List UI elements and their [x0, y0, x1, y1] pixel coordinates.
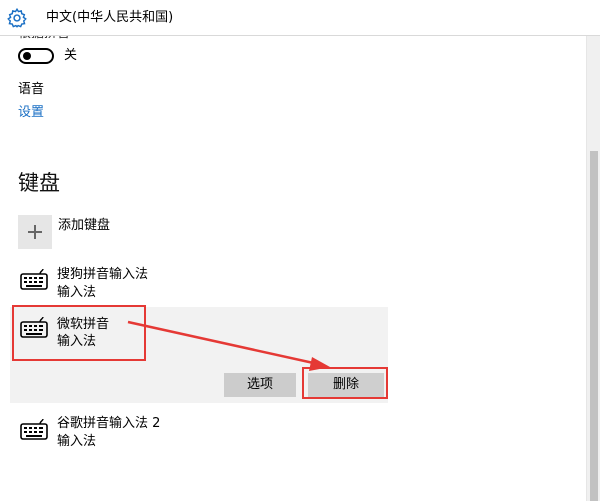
gear-icon[interactable]: [6, 7, 28, 29]
vertical-scrollbar[interactable]: [586, 36, 600, 501]
keyboard-type: 输入法: [57, 285, 97, 300]
toggle-switch[interactable]: [18, 48, 54, 64]
speech-settings-link[interactable]: 设置: [18, 105, 44, 121]
keyboard-icon: [20, 419, 48, 440]
keyboard-item-sogou[interactable]: 搜狗拼音输入法 输入法: [0, 262, 388, 302]
keyboard-item-google-pinyin[interactable]: 谷歌拼音输入法 2 输入法: [0, 412, 388, 452]
keyboard-name: 谷歌拼音输入法 2: [57, 416, 161, 431]
toggle-knob: [23, 52, 31, 60]
add-keyboard-label[interactable]: 添加键盘: [58, 218, 110, 234]
settings-window: 中文(中华人民共和国) 根据拼音 关 语音 设置 键盘 添加键盘 搜狗拼音输入法…: [0, 0, 600, 501]
window-title: 中文(中华人民共和国): [46, 10, 174, 25]
options-button[interactable]: 选项: [224, 373, 296, 397]
keyboard-section-title: 键盘: [18, 171, 60, 195]
keyboard-name: 搜狗拼音输入法: [57, 267, 149, 282]
title-bar: 中文(中华人民共和国): [0, 0, 600, 36]
keyboard-type: 输入法: [57, 334, 97, 349]
delete-button[interactable]: 删除: [308, 373, 384, 397]
scrollbar-thumb[interactable]: [590, 151, 598, 501]
toggle-state-label: 关: [64, 48, 78, 63]
keyboard-icon: [20, 317, 48, 338]
keyboard-type: 输入法: [57, 434, 97, 449]
keyboard-icon: [20, 269, 48, 290]
keyboard-name: 微软拼音: [57, 317, 110, 332]
add-keyboard-button[interactable]: [18, 215, 52, 249]
keyboard-item-microsoft-pinyin[interactable]: 微软拼音 输入法: [0, 311, 388, 355]
speech-label: 语音: [18, 82, 45, 97]
